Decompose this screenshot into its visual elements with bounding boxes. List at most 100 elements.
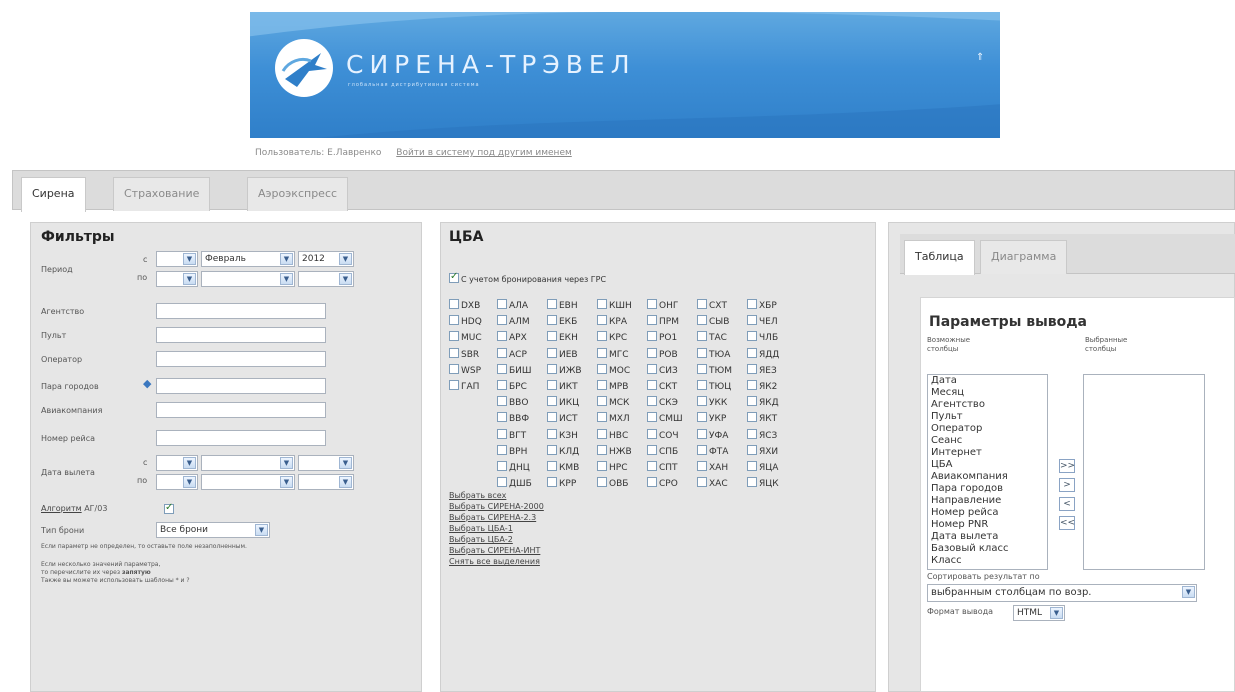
checkbox[interactable] (697, 477, 707, 488)
tsba-checkbox-item[interactable]: СХТ (697, 299, 727, 311)
checkbox[interactable] (497, 396, 507, 407)
checkbox[interactable] (697, 412, 707, 423)
period-from-day-select[interactable]: ▼ (156, 251, 198, 267)
checkbox[interactable] (647, 461, 657, 471)
tsba-checkbox-item[interactable]: АСР (497, 347, 527, 360)
selected-columns-list[interactable] (1083, 374, 1205, 570)
tsba-checkbox-item[interactable]: УФА (697, 428, 728, 441)
checkbox[interactable] (597, 363, 607, 374)
checkbox[interactable] (597, 477, 607, 488)
checkbox[interactable] (647, 331, 657, 342)
checkbox[interactable] (597, 347, 607, 358)
tsba-checkbox-item[interactable]: ПРМ (647, 315, 679, 327)
tsba-checkbox-item[interactable]: БРС (497, 380, 527, 392)
tab-sirena[interactable]: Сирена (21, 177, 86, 212)
checkbox[interactable] (647, 363, 657, 374)
tab-aeroexpress[interactable]: Аэроэкспресс (247, 177, 349, 211)
tsba-select-link[interactable]: Снять все выделения (449, 557, 540, 566)
tsba-select-link[interactable]: Выбрать всех (449, 491, 506, 500)
tsba-checkbox-item[interactable]: ЯСЗ (747, 428, 777, 441)
checkbox[interactable] (497, 477, 507, 488)
checkbox[interactable] (647, 396, 657, 407)
sort-select[interactable]: выбранным столбцам по возр. ▼ (927, 584, 1197, 602)
checkbox[interactable] (497, 444, 507, 455)
checkbox[interactable] (449, 315, 459, 326)
tsba-checkbox-item[interactable]: НРС (597, 461, 627, 473)
relogin-link[interactable]: Войти в систему под другим именем (396, 148, 572, 158)
tsba-checkbox-item[interactable]: УКК (697, 396, 727, 408)
checkbox[interactable] (647, 299, 657, 309)
checkbox[interactable] (697, 331, 707, 342)
tsba-checkbox-item[interactable]: ДНЦ (497, 461, 530, 473)
checkbox[interactable] (647, 380, 657, 390)
move-all-right-button[interactable]: >> (1059, 459, 1075, 473)
tsba-select-link[interactable]: Выбрать СИРЕНА-2.3 (449, 513, 536, 522)
operator-input[interactable] (156, 351, 326, 367)
dep-from-year-select[interactable]: ▼ (298, 455, 354, 471)
tsba-checkbox-item[interactable]: БИШ (497, 363, 532, 376)
move-left-button[interactable]: < (1059, 497, 1075, 511)
tsba-checkbox-item[interactable]: СКТ (647, 380, 677, 392)
tsba-select-link[interactable]: Выбрать СИРЕНА-2000 (449, 502, 544, 511)
grs-checkbox[interactable]: ✓ (449, 271, 459, 283)
tsba-checkbox-item[interactable]: ЯКТ (747, 412, 777, 424)
tsba-checkbox-item[interactable]: ЧЕЛ (747, 315, 778, 327)
checkbox[interactable] (597, 380, 607, 390)
tsba-checkbox-item[interactable]: ТЮА (697, 347, 730, 360)
column-option[interactable]: Интернет (928, 447, 1047, 459)
column-option[interactable]: Месяц (928, 387, 1047, 399)
tsba-checkbox-item[interactable]: НВС (597, 428, 628, 441)
checkbox[interactable] (747, 315, 757, 326)
tsba-checkbox-item[interactable]: ХБР (747, 299, 777, 311)
grs-checkbox-row[interactable]: ✓ С учетом бронирования через ГРС (449, 271, 606, 285)
tsba-checkbox-item[interactable]: КЗН (547, 428, 578, 441)
column-option[interactable]: Направление (928, 495, 1047, 507)
checkbox[interactable] (497, 347, 507, 358)
checkbox[interactable] (547, 331, 557, 342)
checkbox[interactable] (597, 428, 607, 439)
tsba-checkbox-item[interactable]: ЯЕЗ (747, 363, 777, 376)
checkbox[interactable] (697, 299, 707, 309)
tsba-checkbox-item[interactable]: ВВО (497, 396, 528, 408)
tsba-checkbox-item[interactable]: ЕКБ (547, 315, 577, 327)
checkbox[interactable] (747, 363, 757, 374)
move-right-button[interactable]: > (1059, 478, 1075, 492)
tsba-checkbox-item[interactable]: КРА (597, 315, 627, 327)
checkbox[interactable] (647, 347, 657, 358)
checkbox[interactable] (449, 331, 459, 342)
tsba-checkbox-item[interactable]: ЧЛБ (747, 331, 778, 343)
tsba-checkbox-item[interactable]: УКР (697, 412, 726, 424)
tsba-checkbox-item[interactable]: ЯК2 (747, 380, 777, 392)
tsba-checkbox-item[interactable]: МГС (597, 347, 629, 360)
tsba-checkbox-item[interactable]: МОС (597, 363, 630, 376)
tsba-checkbox-item[interactable]: ЯЦК (747, 477, 779, 489)
dep-from-month-select[interactable]: ▼ (201, 455, 295, 471)
checkbox[interactable] (597, 315, 607, 326)
tsba-checkbox-item[interactable]: ВРН (497, 444, 527, 457)
dep-from-day-select[interactable]: ▼ (156, 455, 198, 471)
checkbox[interactable] (697, 428, 707, 439)
algorithm-link[interactable]: Алгоритм (41, 504, 82, 513)
checkbox[interactable] (497, 299, 507, 309)
period-to-day-select[interactable]: ▼ (156, 271, 198, 287)
column-option[interactable]: Дата (928, 375, 1047, 387)
tsba-select-link[interactable]: Выбрать ЦБА-1 (449, 524, 513, 533)
tsba-checkbox-item[interactable]: СОЧ (647, 428, 679, 441)
checkbox[interactable] (497, 331, 507, 342)
dep-to-day-select[interactable]: ▼ (156, 474, 198, 490)
tsba-checkbox-item[interactable]: СИЗ (647, 363, 678, 376)
checkbox[interactable] (597, 299, 607, 309)
checkbox[interactable] (547, 347, 557, 358)
tsba-checkbox-item[interactable]: РОВ (647, 347, 678, 360)
tsba-checkbox-item[interactable]: ИКЦ (547, 396, 579, 408)
checkbox[interactable] (547, 363, 557, 374)
tsba-checkbox-item[interactable]: МХЛ (597, 412, 630, 424)
tsba-checkbox-item[interactable]: СЫВ (697, 315, 729, 327)
move-all-left-button[interactable]: << (1059, 516, 1075, 530)
column-option[interactable]: Агентство (928, 399, 1047, 411)
checkbox[interactable] (497, 428, 507, 439)
tsba-checkbox-item[interactable]: HDQ (449, 315, 482, 327)
checkbox[interactable] (747, 461, 757, 471)
tsba-checkbox-item[interactable]: СПБ (647, 444, 678, 457)
checkbox[interactable] (547, 315, 557, 326)
